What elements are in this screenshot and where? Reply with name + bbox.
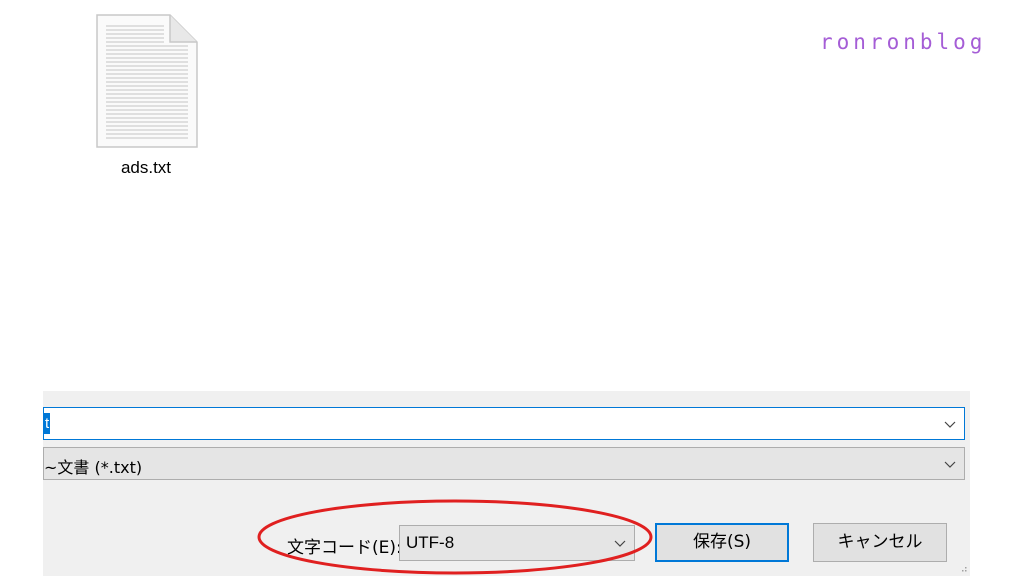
filename-input[interactable]: t bbox=[43, 407, 965, 440]
filename-value: t bbox=[44, 413, 51, 434]
save-button[interactable]: 保存(S) bbox=[655, 523, 789, 562]
watermark: ronronblog bbox=[820, 30, 987, 54]
cancel-button[interactable]: キャンセル bbox=[813, 523, 947, 562]
filetype-select[interactable]: ~文書 (*.txt) bbox=[43, 447, 965, 480]
chevron-down-icon[interactable] bbox=[943, 457, 957, 471]
highlight-ellipse bbox=[257, 499, 653, 575]
filetype-value: ~文書 (*.txt) bbox=[44, 458, 143, 477]
resize-grip-icon[interactable] bbox=[959, 565, 967, 573]
chevron-down-icon[interactable] bbox=[943, 417, 957, 431]
text-document-icon[interactable] bbox=[96, 14, 198, 148]
file-name-label[interactable]: ads.txt bbox=[90, 158, 202, 178]
